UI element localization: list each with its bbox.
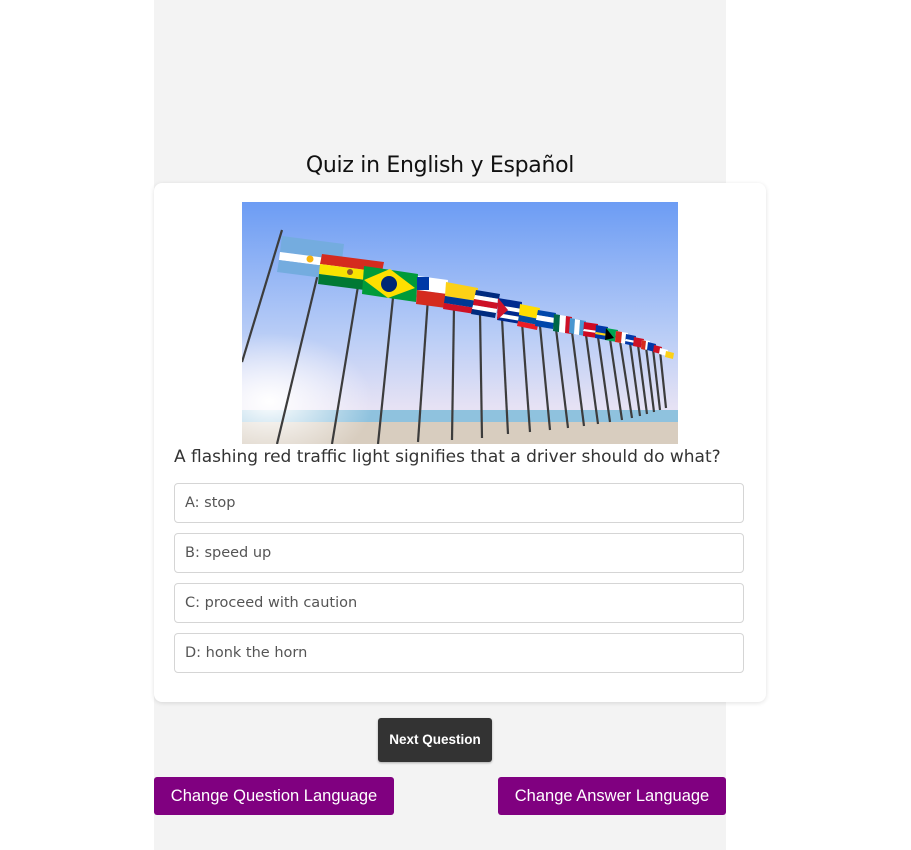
page-title: Quiz in English y Español xyxy=(305,153,575,178)
flags-image xyxy=(242,202,678,444)
answer-option-c[interactable]: C: proceed with caution xyxy=(174,583,744,623)
answer-option-d[interactable]: D: honk the horn xyxy=(174,633,744,673)
change-answer-language-button[interactable]: Change Answer Language xyxy=(498,777,726,815)
quiz-card: A flashing red traffic light signifies t… xyxy=(154,183,766,702)
answer-option-a[interactable]: A: stop xyxy=(174,483,744,523)
next-question-button[interactable]: Next Question xyxy=(378,718,492,762)
question-text: A flashing red traffic light signifies t… xyxy=(174,447,721,467)
answer-option-b[interactable]: B: speed up xyxy=(174,533,744,573)
change-question-language-button[interactable]: Change Question Language xyxy=(154,777,394,815)
